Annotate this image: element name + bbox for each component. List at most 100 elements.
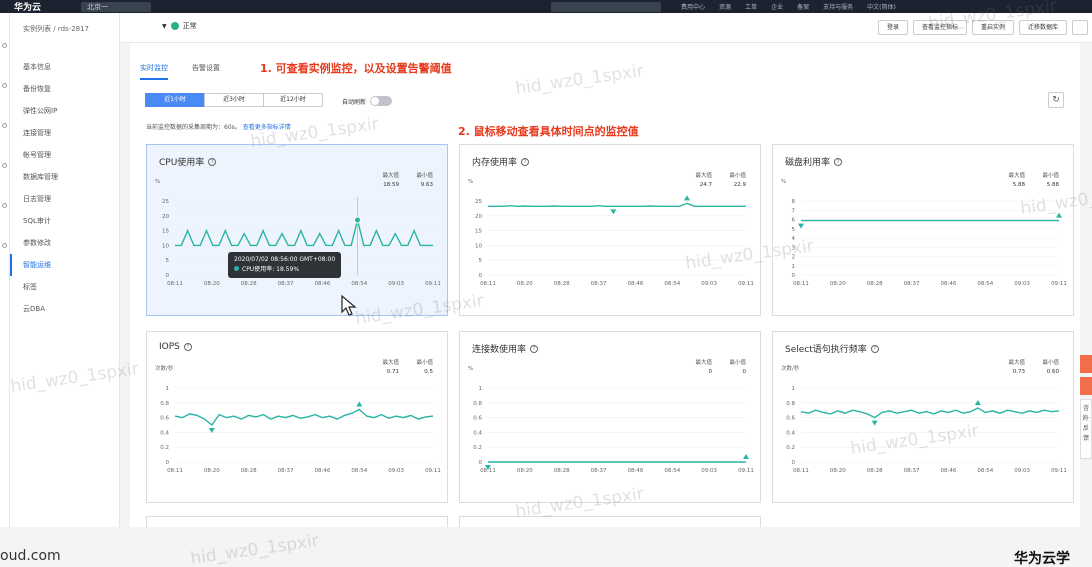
status-text: 正常 bbox=[182, 22, 197, 30]
help-icon[interactable]: ? bbox=[521, 157, 530, 166]
sidebar-item[interactable]: SQL审计 bbox=[10, 210, 120, 232]
top-link[interactable]: 备案 bbox=[797, 2, 809, 11]
y-tick-label: 0.2 bbox=[786, 445, 795, 451]
top-link[interactable]: 工单 bbox=[745, 2, 757, 11]
y-tick-label: 0.6 bbox=[160, 416, 169, 422]
x-tick-label: 08:20 bbox=[830, 468, 846, 474]
instance-sidebar: 实例列表 / rds-2817 基本信息 备份恢复 弹性公网IP 连接管理 帐号… bbox=[10, 13, 120, 527]
migrate-database-button[interactable]: 迁移数据库 bbox=[1018, 20, 1067, 35]
tab-alarm-settings[interactable]: 告警设置 bbox=[192, 63, 220, 80]
more-metrics-link[interactable]: 查看更多指标详情 bbox=[243, 124, 291, 131]
sidebar-item[interactable]: 帐号管理 bbox=[10, 144, 120, 166]
min-value: 0.60 bbox=[1047, 369, 1060, 375]
disk-usage-chart[interactable]: % 最大值 最小值 5.88 5.88 8 7 6 5 4 3 2 1 0 08:11 08:20 08:28 0… bbox=[773, 169, 1073, 315]
range-1h-button[interactable]: 近1小时 bbox=[145, 93, 205, 107]
watermark: hid_wz0_1spxir bbox=[189, 531, 320, 567]
help-icon[interactable]: ? bbox=[530, 344, 539, 353]
min-value: 5.88 bbox=[1047, 182, 1060, 188]
x-tick-label: 09:11 bbox=[425, 468, 441, 474]
y-tick-label: 1 bbox=[792, 386, 796, 392]
sidebar-item[interactable]: 日志管理 bbox=[10, 188, 120, 210]
max-value: 5.88 bbox=[1013, 182, 1026, 188]
top-link[interactable]: 支持与服务 bbox=[823, 2, 853, 11]
help-icon[interactable]: ? bbox=[870, 344, 879, 353]
login-button[interactable]: 登录 bbox=[877, 20, 908, 35]
nav-rail-icon[interactable] bbox=[2, 83, 7, 88]
nav-rail-icon[interactable] bbox=[2, 123, 7, 128]
top-link[interactable]: 资源 bbox=[719, 2, 731, 11]
sidebar-item[interactable]: 连接管理 bbox=[10, 122, 120, 144]
sidebar-item[interactable]: 数据库管理 bbox=[10, 166, 120, 188]
auto-refresh-toggle[interactable] bbox=[370, 96, 393, 106]
memory-usage-chart[interactable]: % 最大值 最小值 24.7 22.9 25 20 15 10 5 0 08:11 08:20 08:28… bbox=[460, 169, 760, 315]
x-tick-label: 08:54 bbox=[664, 468, 680, 474]
sidebar-item[interactable]: 备份恢复 bbox=[10, 78, 120, 100]
x-tick-label: 09:11 bbox=[1051, 468, 1067, 474]
card-title: IOPS bbox=[159, 342, 180, 352]
metric-card-connections: 连接数使用率? % 最大值 最小值 0 0 1 0.8 0.6 0.4 0.2 0 08:11 08:2… bbox=[459, 331, 761, 503]
y-tick-label: 6 bbox=[792, 218, 796, 224]
breadcrumb-parent[interactable]: 实例列表 bbox=[23, 25, 51, 33]
min-value: 22.9 bbox=[734, 182, 747, 188]
x-tick-label: 09:03 bbox=[1014, 281, 1030, 287]
connection-usage-chart[interactable]: %最大值 最小值0 010.80.60.40.2008:11 08:20 08:28 08… bbox=[460, 356, 760, 502]
tab-realtime-monitoring[interactable]: 实时监控 bbox=[140, 63, 168, 80]
sidebar-item[interactable]: 参数修改 bbox=[10, 232, 120, 254]
view-metrics-button[interactable]: 查看监控指标 bbox=[912, 20, 967, 35]
nav-rail-icon[interactable] bbox=[2, 163, 7, 168]
nav-rail-icon[interactable] bbox=[2, 243, 7, 248]
y-tick-label: 25 bbox=[162, 199, 169, 205]
y-tick-label: 0.8 bbox=[473, 401, 482, 407]
y-tick-label: 1 bbox=[792, 264, 796, 270]
select-frequency-chart[interactable]: 次数/秒 最大值 最小值 0.73 0.60 1 0.8 0.6 0.4 0.2 0 08:11 08:… bbox=[773, 356, 1073, 502]
brand-logo[interactable]: 华为云 bbox=[14, 0, 41, 13]
y-unit-label: % bbox=[468, 366, 473, 372]
float-button[interactable] bbox=[1080, 377, 1092, 395]
min-marker bbox=[610, 209, 617, 215]
monitoring-panel: 实时监控 告警设置 近1小时 近3小时 近12小时 自动刷新 ↻ 当前监控数据的… bbox=[130, 43, 1080, 527]
metric-card-cpu: CPU使用率? % 最大值 最小值 18.59 9.63 25 20 15 10 5 0 08:11 0… bbox=[146, 144, 448, 316]
feedback-button[interactable]: 咨询·反馈 bbox=[1080, 399, 1092, 459]
sidebar-item[interactable]: 智能运维 bbox=[10, 254, 120, 276]
cpu-usage-chart[interactable]: % 最大值 最小值 18.59 9.63 25 20 15 10 5 0 08:11 08:20 08:2… bbox=[147, 169, 447, 315]
range-3h-button[interactable]: 近3小时 bbox=[204, 93, 264, 107]
chevron-down-icon[interactable]: ▼ bbox=[162, 23, 167, 30]
top-link[interactable]: 企业 bbox=[771, 2, 783, 11]
x-tick-label: 08:37 bbox=[904, 468, 920, 474]
nav-rail-icon[interactable] bbox=[2, 43, 7, 48]
help-icon[interactable]: ? bbox=[834, 157, 843, 166]
region-selector[interactable]: 北京一 bbox=[81, 1, 152, 12]
max-marker bbox=[1056, 212, 1062, 218]
y-tick-label: 15 bbox=[162, 229, 169, 235]
nav-rail-icon[interactable] bbox=[2, 203, 7, 208]
sidebar-item[interactable]: 云DBA bbox=[10, 298, 120, 320]
y-tick-label: 10 bbox=[162, 243, 169, 249]
metric-card-disk: 磁盘利用率? % 最大值 最小值 5.88 5.88 8 7 6 5 4 3 2 1 0 08:11 08:2… bbox=[772, 144, 1074, 316]
float-button[interactable] bbox=[1080, 355, 1092, 373]
sidebar-item[interactable]: 标签 bbox=[10, 276, 120, 298]
x-tick-label: 09:11 bbox=[738, 468, 754, 474]
min-label: 最小值 bbox=[1042, 171, 1059, 179]
global-search-input[interactable] bbox=[551, 1, 662, 12]
y-unit-label: 次数/秒 bbox=[781, 364, 800, 372]
max-label: 最大值 bbox=[695, 171, 712, 179]
y-tick-label: 25 bbox=[475, 199, 482, 205]
x-tick-label: 08:46 bbox=[940, 281, 956, 287]
x-tick-label: 08:54 bbox=[351, 281, 367, 287]
help-icon[interactable]: ? bbox=[208, 157, 217, 166]
x-tick-label: 08:11 bbox=[793, 468, 809, 474]
x-tick-label: 08:11 bbox=[167, 281, 183, 287]
iops-chart[interactable]: 次数/秒 最大值 最小值 0.71 0.5 1 0.8 0.6 0.4 0.2 0 08:11 08:2… bbox=[147, 356, 447, 502]
top-link[interactable]: 中文(简体) bbox=[867, 2, 896, 11]
y-tick-label: 4 bbox=[792, 236, 796, 242]
top-link[interactable]: 费用中心 bbox=[681, 2, 705, 11]
restart-instance-button[interactable]: 重启实例 bbox=[971, 20, 1014, 35]
x-tick-label: 08:37 bbox=[278, 281, 294, 287]
range-12h-button[interactable]: 近12小时 bbox=[263, 93, 323, 107]
more-actions-button[interactable] bbox=[1072, 20, 1088, 35]
sidebar-item[interactable]: 弹性公网IP bbox=[10, 100, 120, 122]
sidebar-item[interactable]: 基本信息 bbox=[10, 56, 120, 78]
refresh-icon[interactable]: ↻ bbox=[1048, 92, 1064, 108]
help-icon[interactable]: ? bbox=[183, 343, 192, 351]
annotation-1: 1. 可查看实例监控，以及设置告警阈值 bbox=[260, 62, 452, 75]
